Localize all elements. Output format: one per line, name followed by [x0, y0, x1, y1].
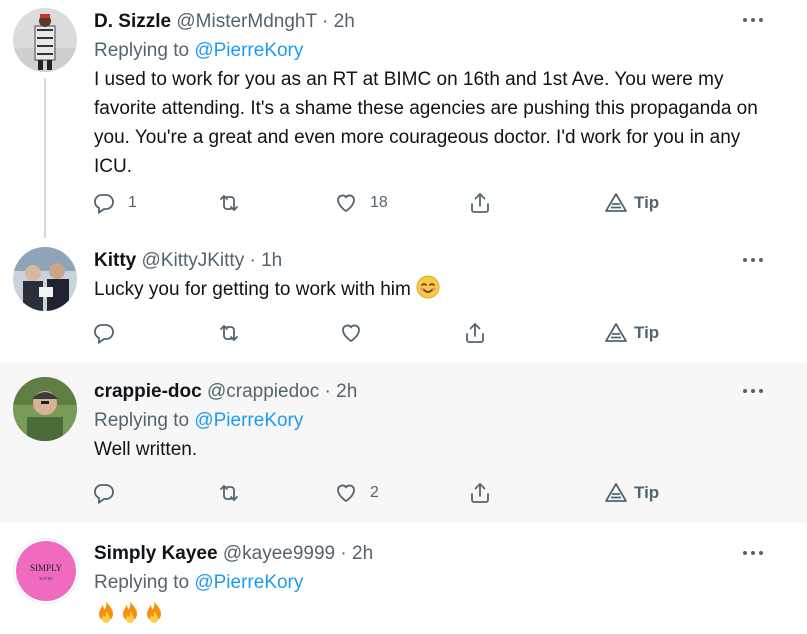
retweet-icon	[217, 321, 241, 345]
like-button[interactable]	[339, 318, 363, 348]
separator-dot: ·	[249, 250, 256, 271]
smiling-face-emoji-icon	[416, 275, 440, 308]
tweet-simply-kayee[interactable]: SIMPLY KAYEE Simply Kayee @kayee9999 · 2…	[0, 524, 807, 627]
user-handle[interactable]: @crappiedoc	[207, 381, 319, 402]
tweet-actions: 1 18 Tip	[90, 188, 690, 218]
replying-to-link[interactable]: @PierreKory	[194, 40, 303, 61]
fire-emoji-icon	[142, 599, 166, 634]
tweet-header: Kitty @KittyJKitty · 1h	[94, 250, 282, 272]
avatar-logo-text: SIMPLY	[30, 563, 63, 573]
reply-icon	[92, 481, 116, 505]
replying-to-label: Replying to	[94, 410, 190, 431]
like-count: 2	[370, 484, 379, 501]
reply-count: 1	[128, 194, 137, 211]
reply-icon	[92, 321, 116, 345]
separator-dot: ·	[324, 381, 331, 402]
more-options-icon[interactable]	[743, 543, 767, 563]
more-options-icon[interactable]	[743, 10, 767, 30]
timestamp[interactable]: 1h	[261, 250, 282, 271]
replying-to-label: Replying to	[94, 40, 190, 61]
like-count: 18	[370, 194, 388, 211]
reply-button[interactable]	[92, 478, 116, 508]
tip-button[interactable]: Tip	[604, 478, 659, 508]
timestamp[interactable]: 2h	[336, 381, 357, 402]
thread-line	[44, 78, 46, 238]
more-options-icon[interactable]	[743, 250, 767, 270]
tweet-header: D. Sizzle @MisterMdnghT · 2h	[94, 11, 355, 33]
retweet-button[interactable]	[217, 318, 241, 348]
heart-icon	[334, 191, 358, 215]
share-button[interactable]	[468, 188, 492, 218]
replying-to: Replying to @PierreKory	[94, 40, 303, 62]
fire-emoji-icon	[94, 599, 118, 634]
heart-icon	[339, 321, 363, 345]
retweet-icon	[217, 191, 241, 215]
tweet-text: Well written.	[94, 439, 198, 460]
separator-dot: ·	[340, 543, 347, 564]
replying-to-link[interactable]: @PierreKory	[194, 410, 303, 431]
tip-icon	[604, 321, 628, 345]
heart-icon	[334, 481, 358, 505]
avatar[interactable]: SIMPLY KAYEE	[13, 538, 79, 604]
avatar[interactable]	[13, 247, 77, 311]
reply-icon	[92, 191, 116, 215]
tweet-body	[94, 599, 774, 634]
share-icon	[468, 191, 492, 215]
tweet-body: Lucky you for getting to work with him	[94, 275, 774, 308]
replying-to: Replying to @PierreKory	[94, 410, 303, 432]
replying-to-label: Replying to	[94, 572, 190, 593]
display-name[interactable]: D. Sizzle	[94, 11, 171, 32]
user-handle[interactable]: @MisterMdnghT	[176, 11, 316, 32]
avatar[interactable]	[13, 377, 77, 441]
share-icon	[468, 481, 492, 505]
tip-label: Tip	[634, 483, 660, 502]
reply-button[interactable]: 1	[92, 188, 137, 218]
retweet-button[interactable]	[217, 478, 241, 508]
user-handle[interactable]: @kayee9999	[223, 543, 335, 564]
replying-to: Replying to @PierreKory	[94, 572, 303, 594]
display-name[interactable]: Kitty	[94, 250, 136, 271]
share-button[interactable]	[468, 478, 492, 508]
tip-label: Tip	[634, 193, 660, 212]
tip-button[interactable]: Tip	[604, 318, 659, 348]
reply-button[interactable]	[92, 318, 116, 348]
separator-dot: ·	[322, 11, 329, 32]
tip-label: Tip	[634, 323, 660, 342]
user-handle[interactable]: @KittyJKitty	[142, 250, 245, 271]
tweet-actions: 2 Tip	[90, 478, 690, 508]
fire-emoji-icon	[118, 599, 142, 634]
tweet-header: Simply Kayee @kayee9999 · 2h	[94, 543, 373, 565]
timestamp[interactable]: 2h	[334, 11, 355, 32]
replying-to-link[interactable]: @PierreKory	[194, 572, 303, 593]
like-button[interactable]: 2	[334, 478, 379, 508]
share-icon	[463, 321, 487, 345]
like-button[interactable]: 18	[334, 188, 388, 218]
tweet-kitty[interactable]: Kitty @KittyJKitty · 1h Lucky you for ge…	[0, 240, 807, 362]
tip-icon	[604, 191, 628, 215]
avatar[interactable]	[13, 8, 77, 72]
retweet-button[interactable]	[217, 188, 241, 218]
tweet-crappie-doc[interactable]: crappie-doc @crappiedoc · 2h Replying to…	[0, 363, 807, 523]
display-name[interactable]: Simply Kayee	[94, 543, 218, 564]
avatar-logo-subtext: KAYEE	[39, 576, 53, 581]
tip-button[interactable]: Tip	[604, 188, 659, 218]
tip-icon	[604, 481, 628, 505]
share-button[interactable]	[463, 318, 487, 348]
tweet-header: crappie-doc @crappiedoc · 2h	[94, 381, 357, 403]
tweet-text: Lucky you for getting to work with him	[94, 279, 411, 300]
more-options-icon[interactable]	[743, 381, 767, 401]
timestamp[interactable]: 2h	[352, 543, 373, 564]
tweet-actions: Tip	[90, 318, 690, 348]
retweet-icon	[217, 481, 241, 505]
display-name[interactable]: crappie-doc	[94, 381, 202, 402]
tweet-d-sizzle[interactable]: D. Sizzle @MisterMdnghT · 2h Replying to…	[0, 0, 807, 240]
tweet-text: I used to work for you as an RT at BIMC …	[94, 69, 758, 177]
